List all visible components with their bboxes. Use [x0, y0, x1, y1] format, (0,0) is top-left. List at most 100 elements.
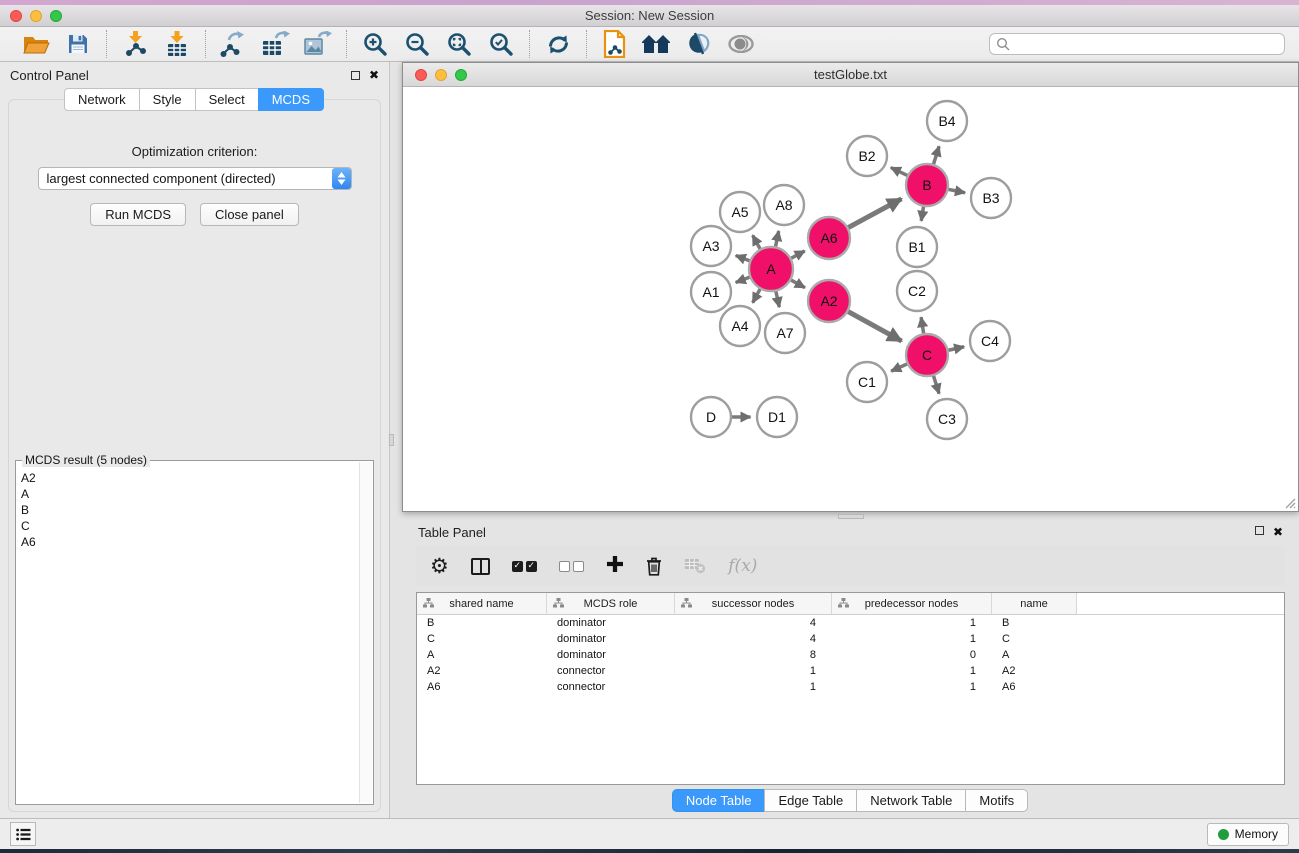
- optimization-criterion-label: Optimization criterion:: [9, 144, 380, 159]
- vertical-splitter-handle[interactable]: [389, 434, 394, 446]
- node-A1[interactable]: A1: [691, 272, 731, 312]
- table-row-C[interactable]: Cdominator41C: [417, 631, 1284, 647]
- table-row-B[interactable]: Bdominator41B: [417, 615, 1284, 631]
- mcds-result-scrollbar[interactable]: [359, 462, 372, 803]
- edge-A6-B[interactable]: [846, 199, 902, 229]
- run-mcds-button[interactable]: Run MCDS: [90, 203, 186, 226]
- home-icon[interactable]: [641, 30, 673, 58]
- export-network-icon[interactable]: [218, 30, 250, 58]
- column-header-predecessor-nodes[interactable]: predecessor nodes: [832, 593, 992, 614]
- horizontal-splitter[interactable]: [402, 512, 1299, 520]
- tab-network[interactable]: Network: [64, 88, 140, 111]
- zoom-fit-icon[interactable]: [443, 30, 475, 58]
- table-row-A[interactable]: Adominator80A: [417, 647, 1284, 663]
- tab-motifs[interactable]: Motifs: [965, 789, 1028, 812]
- import-table-icon[interactable]: [161, 30, 193, 58]
- delete-table-icon[interactable]: [684, 552, 706, 580]
- network-minimize-button[interactable]: [435, 69, 447, 81]
- node-D1[interactable]: D1: [757, 397, 797, 437]
- mcds-result-item[interactable]: A6: [17, 534, 359, 550]
- memory-button[interactable]: Memory: [1207, 823, 1289, 846]
- tab-node-table[interactable]: Node Table: [672, 789, 766, 812]
- node-B4[interactable]: B4: [927, 101, 967, 141]
- unselect-all-icon[interactable]: [559, 552, 584, 580]
- tab-select[interactable]: Select: [195, 88, 259, 111]
- show-columns-icon[interactable]: [471, 552, 490, 580]
- network-zoom-button[interactable]: [455, 69, 467, 81]
- column-header-MCDS-role[interactable]: MCDS role: [547, 593, 675, 614]
- node-C[interactable]: C: [906, 334, 948, 376]
- apply-layout-icon[interactable]: [542, 30, 574, 58]
- tab-style[interactable]: Style: [139, 88, 196, 111]
- task-history-button[interactable]: [10, 822, 36, 846]
- edge-A2-C[interactable]: [846, 310, 902, 341]
- node-C1[interactable]: C1: [847, 362, 887, 402]
- node-A[interactable]: A: [749, 247, 793, 291]
- delete-column-icon[interactable]: [646, 552, 662, 580]
- export-table-icon[interactable]: [260, 30, 292, 58]
- table-settings-gear-icon[interactable]: ⚙: [430, 552, 449, 580]
- node-A3[interactable]: A3: [691, 226, 731, 266]
- search-input[interactable]: [989, 33, 1285, 55]
- network-from-selection-icon[interactable]: [599, 30, 631, 58]
- resize-grip-icon[interactable]: [1282, 495, 1296, 509]
- minimize-window-button[interactable]: [30, 10, 42, 22]
- open-session-icon[interactable]: [20, 30, 52, 58]
- zoom-window-button[interactable]: [50, 10, 62, 22]
- close-panel-icon[interactable]: ✖: [369, 69, 379, 81]
- close-window-button[interactable]: [10, 10, 22, 22]
- node-A5[interactable]: A5: [720, 192, 760, 232]
- table-header-row: shared nameMCDS rolesuccessor nodesprede…: [417, 593, 1284, 615]
- network-canvas[interactable]: B4 B2 B B3 A8A5 A6 A3 B1 A C2 A1 A2 A4A7 C4 C C1 D D1 C3: [403, 87, 1298, 511]
- node-B1[interactable]: B1: [897, 227, 937, 267]
- eye-icon[interactable]: [725, 30, 757, 58]
- zoom-out-icon[interactable]: [401, 30, 433, 58]
- tab-mcds[interactable]: MCDS: [258, 88, 324, 111]
- select-all-icon[interactable]: ✓✓: [512, 552, 537, 580]
- column-header-name[interactable]: name: [992, 593, 1077, 614]
- export-image-icon[interactable]: [302, 30, 334, 58]
- mcds-result-item[interactable]: C: [17, 518, 359, 534]
- mcds-result-item[interactable]: A2: [17, 470, 359, 486]
- cell: 1: [832, 633, 992, 645]
- criterion-dropdown[interactable]: largest connected component (directed): [38, 167, 352, 190]
- horizontal-splitter-handle[interactable]: [838, 514, 864, 519]
- column-header-successor-nodes[interactable]: successor nodes: [675, 593, 832, 614]
- table-row-A2[interactable]: A2connector11A2: [417, 663, 1284, 679]
- edge-C-C3[interactable]: [933, 373, 939, 394]
- zoom-selected-icon[interactable]: [485, 30, 517, 58]
- node-A6[interactable]: A6: [808, 217, 850, 259]
- close-panel-button[interactable]: Close panel: [200, 203, 299, 226]
- table-row-A6[interactable]: A6connector11A6: [417, 679, 1284, 695]
- function-builder-icon[interactable]: f(x): [728, 552, 757, 580]
- float-panel-icon[interactable]: [351, 71, 360, 80]
- node-C2[interactable]: C2: [897, 271, 937, 311]
- table-float-icon[interactable]: [1255, 526, 1264, 535]
- tab-network-table[interactable]: Network Table: [856, 789, 966, 812]
- node-A8[interactable]: A8: [764, 185, 804, 225]
- node-C4[interactable]: C4: [970, 321, 1010, 361]
- node-D[interactable]: D: [691, 397, 731, 437]
- node-A2[interactable]: A2: [808, 280, 850, 322]
- node-C3[interactable]: C3: [927, 399, 967, 439]
- import-network-icon[interactable]: [119, 30, 151, 58]
- mcds-result-item[interactable]: B: [17, 502, 359, 518]
- edge-B-B4[interactable]: [933, 146, 939, 167]
- column-header-shared-name[interactable]: shared name: [417, 593, 547, 614]
- zoom-in-icon[interactable]: [359, 30, 391, 58]
- mcds-result-item[interactable]: A: [17, 486, 359, 502]
- network-close-button[interactable]: [415, 69, 427, 81]
- save-session-icon[interactable]: [62, 30, 94, 58]
- node-B3[interactable]: B3: [971, 178, 1011, 218]
- node-B[interactable]: B: [906, 164, 948, 206]
- add-column-icon[interactable]: ✚: [606, 552, 624, 580]
- node-A7[interactable]: A7: [765, 313, 805, 353]
- graphics-details-icon[interactable]: [683, 30, 715, 58]
- table-panel-header: Table Panel ✖: [402, 520, 1299, 544]
- tab-edge-table[interactable]: Edge Table: [764, 789, 857, 812]
- table-close-icon[interactable]: ✖: [1273, 526, 1283, 538]
- memory-status-icon: [1218, 829, 1229, 840]
- node-A4[interactable]: A4: [720, 306, 760, 346]
- node-B2[interactable]: B2: [847, 136, 887, 176]
- svg-text:A1: A1: [702, 284, 719, 300]
